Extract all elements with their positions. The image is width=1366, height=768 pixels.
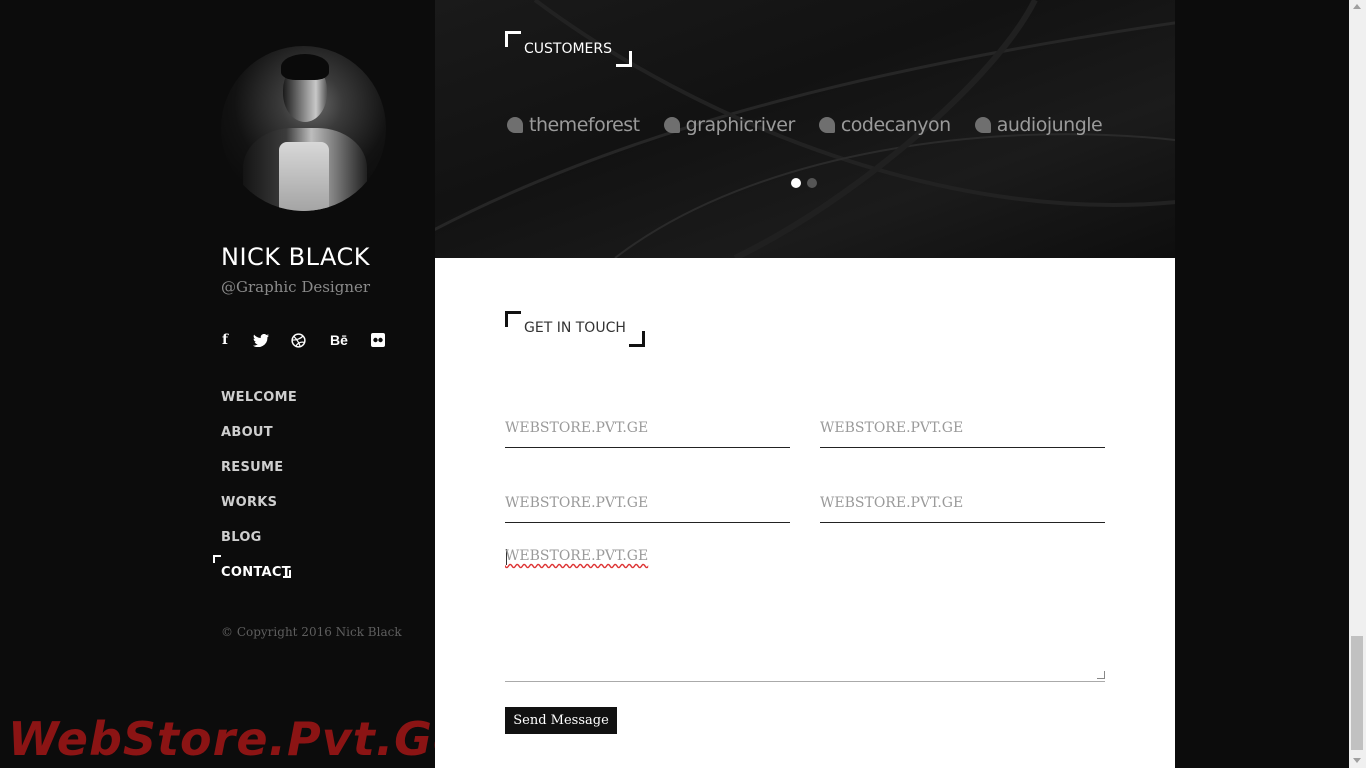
profile-subtitle: @Graphic Designer: [221, 278, 371, 296]
customers-section: CUSTOMERS themeforest graphicriver codec…: [435, 0, 1175, 258]
carousel-dots: [791, 178, 823, 188]
nav-item-welcome[interactable]: WELCOME: [221, 388, 297, 423]
themeforest-icon: [507, 117, 523, 133]
title-bracket-left: [505, 311, 521, 327]
title-bracket-right: [616, 51, 632, 67]
logo-audiojungle[interactable]: audiojungle: [974, 114, 1103, 136]
phone-field[interactable]: [505, 483, 790, 523]
resize-handle-icon[interactable]: [1097, 671, 1105, 679]
message-textarea[interactable]: WEBSTORE.PVT.GE: [505, 548, 1105, 682]
nav-item-contact[interactable]: CONTACT: [212, 555, 297, 598]
copyright-text: © Copyright 2016 Nick Black: [221, 625, 402, 639]
logo-codecanyon[interactable]: codecanyon: [818, 114, 951, 136]
page-background: [1175, 0, 1349, 768]
main-nav: WELCOME ABOUT RESUME WORKS BLOG CONTACT: [212, 388, 297, 598]
nav-link-works[interactable]: WORKS: [221, 495, 277, 510]
sidebar: NICK BLACK @Graphic Designer f Bē WELCOM…: [0, 0, 464, 768]
name-field[interactable]: [505, 408, 790, 448]
nav-item-about[interactable]: ABOUT: [221, 423, 297, 458]
logo-graphicriver[interactable]: graphicriver: [663, 114, 795, 136]
message-text: WEBSTORE.PVT.GE: [505, 548, 649, 564]
scroll-up-icon[interactable]: [1353, 4, 1361, 9]
flickr-icon[interactable]: [371, 331, 385, 349]
carousel-dot[interactable]: [791, 178, 801, 188]
nav-link-welcome[interactable]: WELCOME: [221, 390, 297, 405]
audiojungle-icon: [974, 117, 991, 133]
main-content: CUSTOMERS themeforest graphicriver codec…: [435, 0, 1175, 768]
nav-item-resume[interactable]: RESUME: [221, 458, 297, 493]
graphicriver-icon: [663, 117, 680, 133]
twitter-icon[interactable]: [253, 331, 269, 349]
nav-link-contact[interactable]: CONTACT: [221, 565, 291, 580]
social-links: f Bē: [221, 331, 385, 349]
facebook-icon[interactable]: f: [221, 331, 229, 349]
scroll-thumb[interactable]: [1351, 636, 1363, 750]
send-message-button[interactable]: Send Message: [505, 707, 617, 734]
codecanyon-icon: [818, 117, 835, 133]
nav-link-blog[interactable]: BLOG: [221, 530, 262, 545]
nav-item-blog[interactable]: BLOG: [221, 528, 297, 563]
avatar: [221, 46, 386, 211]
customer-logos: themeforest graphicriver codecanyon audi…: [507, 114, 1126, 136]
customers-title: CUSTOMERS: [524, 41, 613, 57]
scroll-down-icon[interactable]: [1353, 758, 1361, 763]
title-bracket-right: [629, 331, 645, 347]
nav-link-about[interactable]: ABOUT: [221, 425, 273, 440]
logo-themeforest[interactable]: themeforest: [507, 114, 640, 136]
nav-item-works[interactable]: WORKS: [221, 493, 297, 528]
contact-section: GET IN TOUCH WEBSTORE.PVT.GE Send Messag…: [435, 258, 1175, 768]
vertical-scrollbar[interactable]: [1349, 0, 1366, 768]
profile-name: NICK BLACK: [221, 243, 371, 271]
behance-icon[interactable]: Bē: [329, 331, 349, 349]
dribbble-icon[interactable]: [290, 331, 306, 349]
email-field[interactable]: [820, 408, 1105, 448]
title-bracket-left: [505, 31, 521, 47]
watermark: WebStore.Pvt.Ge: [8, 712, 466, 766]
subject-field[interactable]: [820, 483, 1105, 523]
nav-link-resume[interactable]: RESUME: [221, 460, 283, 475]
contact-title: GET IN TOUCH: [524, 320, 626, 336]
carousel-dot[interactable]: [807, 178, 817, 188]
